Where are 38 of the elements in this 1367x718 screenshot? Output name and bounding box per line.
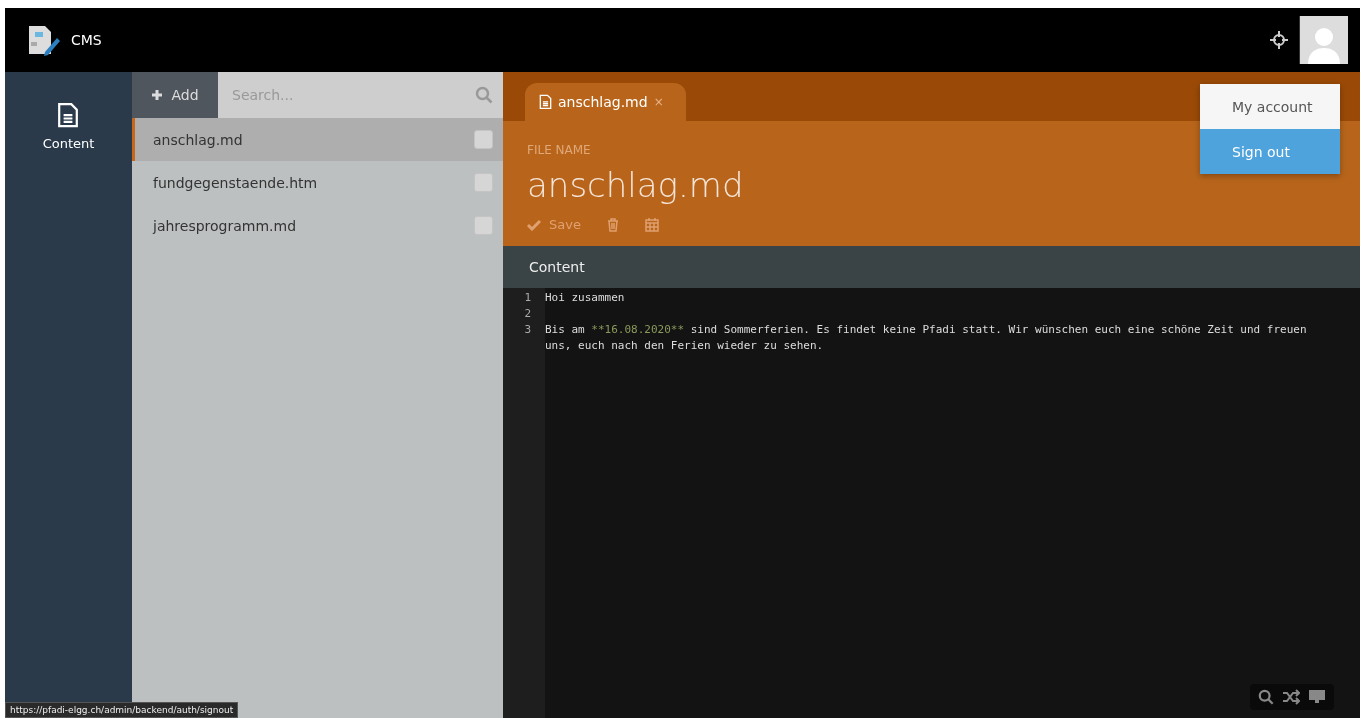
file-list-item[interactable]: fundgegenstaende.htm: [132, 161, 503, 204]
search-icon[interactable]: [1258, 689, 1274, 705]
add-button[interactable]: Add: [132, 72, 218, 118]
shuffle-icon[interactable]: [1282, 689, 1300, 705]
cms-logo-icon: [27, 24, 61, 56]
document-icon: [539, 94, 552, 110]
line-number: 3: [523, 322, 532, 338]
checkbox[interactable]: [474, 173, 493, 192]
field-label: FILE NAME: [527, 143, 591, 157]
plus-icon: [151, 89, 164, 101]
monitor-icon[interactable]: [1308, 689, 1326, 705]
search-button[interactable]: [465, 72, 503, 118]
file-name: jahresprogramm.md: [153, 217, 298, 234]
line-number: 1: [523, 290, 532, 306]
search-icon: [475, 86, 493, 104]
menu-item[interactable]: My account: [1200, 84, 1340, 129]
file-list-item[interactable]: anschlag.md: [132, 118, 503, 161]
section-label: Content: [503, 246, 1360, 288]
file-list-item[interactable]: jahresprogramm.md: [132, 204, 503, 247]
code-line: Hoi zusammen: [545, 290, 625, 306]
file-name: anschlag.md: [153, 131, 244, 148]
checkbox[interactable]: [474, 130, 493, 149]
file-name: fundgegenstaende.htm: [153, 174, 319, 191]
calendar-icon[interactable]: [644, 217, 659, 232]
content-nav-item[interactable]: Content: [42, 102, 95, 152]
checkmark-icon: [527, 218, 541, 231]
trash-icon[interactable]: [606, 217, 619, 232]
document-icon: [57, 102, 80, 129]
user-avatar[interactable]: [1299, 16, 1348, 64]
code-line: Bis am **16.08.2020** sind Sommerferien. Es findet keine Pfadi statt. Wir wünschen euch eine schöne Zeit und freuen: [545, 322, 1307, 338]
checkbox[interactable]: [474, 216, 493, 235]
crosshair-icon[interactable]: [1269, 30, 1289, 50]
file-name-heading: anschlag.md: [527, 165, 744, 205]
line-number: 2: [523, 306, 532, 322]
status-url: https://pfadi-elgg.ch/admin/backend/auth/signout: [5, 702, 239, 718]
app-title: CMS: [71, 32, 102, 48]
code-line: uns, euch nach den Ferien wieder zu sehen.: [545, 338, 825, 354]
file-tab[interactable]: anschlag.md ×: [525, 83, 686, 121]
